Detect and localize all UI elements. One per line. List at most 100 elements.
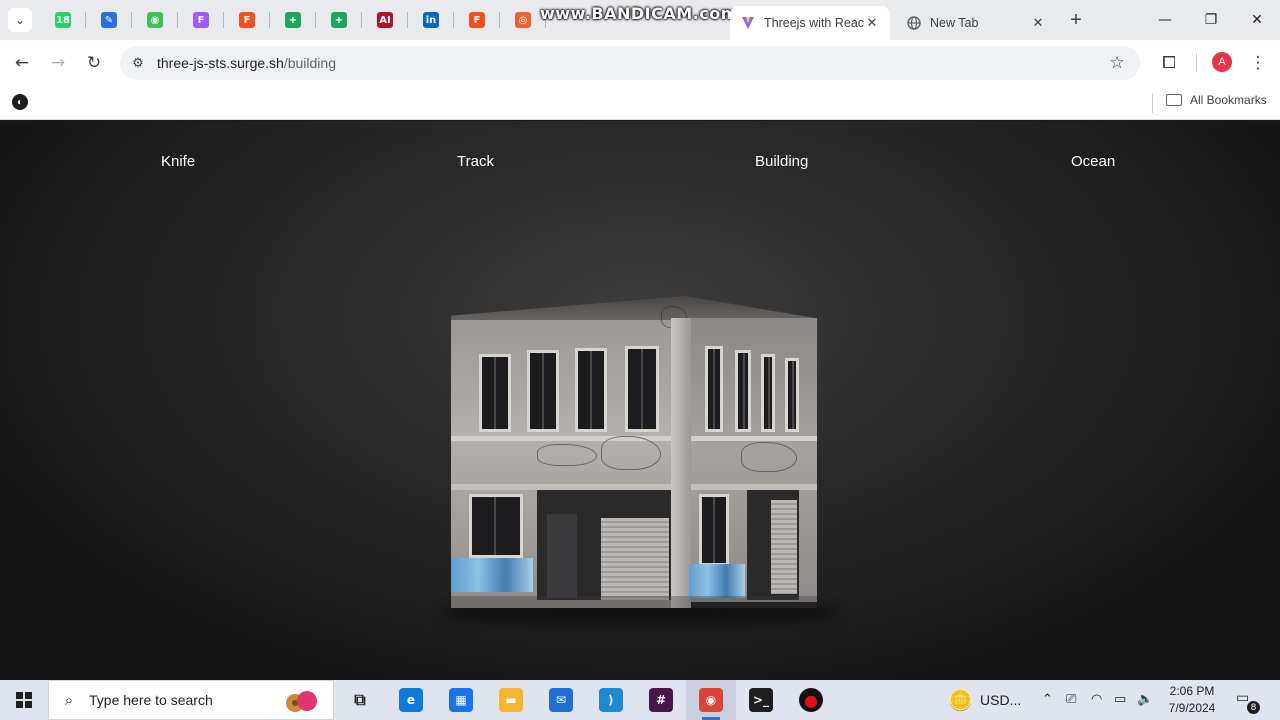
linkedin-icon: in	[423, 12, 439, 28]
microsoft-store-icon: ▦	[449, 688, 473, 712]
forward-arrow-icon[interactable]: →	[44, 49, 72, 77]
whatsapp-icon: 18	[55, 12, 71, 28]
building-window	[625, 346, 659, 432]
globe-icon	[906, 15, 922, 31]
vscode-icon: ⟩	[599, 688, 623, 712]
terminal-taskbar-button[interactable]: >_	[736, 680, 786, 720]
building-base-grime	[451, 596, 817, 608]
chrome-menu-kebab-icon[interactable]: ⋮	[1244, 49, 1272, 77]
graffiti-tag	[601, 436, 661, 470]
tab-new-tab[interactable]: New Tab ✕	[896, 6, 1056, 40]
address-bar[interactable]: ⚙ three-js-sts.surge.sh/building ☆	[120, 46, 1140, 80]
vite-favicon-icon	[740, 15, 756, 31]
bookmarks-bar: ◐ All Bookmarks	[0, 86, 1280, 120]
volume-icon[interactable]: 🔈	[1137, 692, 1153, 707]
nav-link-building[interactable]: Building	[755, 153, 808, 170]
terminal-icon: >_	[749, 688, 773, 712]
nav-link-track[interactable]: Track	[457, 153, 494, 170]
microsoft-store-taskbar-button[interactable]: ▦	[436, 680, 486, 720]
site-info-tune-icon[interactable]: ⚙	[128, 53, 148, 73]
pinned-tab[interactable]: F	[178, 0, 224, 40]
currency-widget-label[interactable]: USD...	[980, 692, 1021, 708]
nav-link-knife[interactable]: Knife	[161, 153, 195, 170]
threejs-canvas-viewport[interactable]: Knife Track Building Ocean	[0, 121, 1280, 680]
pinned-tab[interactable]: F	[224, 0, 270, 40]
url-path: /building	[283, 55, 336, 71]
bookmarks-divider	[1152, 93, 1153, 113]
all-bookmarks-label: All Bookmarks	[1190, 93, 1267, 107]
close-tab-icon[interactable]: ✕	[1030, 15, 1046, 31]
system-clock[interactable]: 2:06 PM 7/9/2024	[1162, 683, 1222, 717]
building-window	[735, 350, 751, 432]
windows-logo-icon	[16, 692, 32, 708]
show-hidden-icons-chevron-icon[interactable]: ⌃	[1042, 692, 1053, 707]
search-placeholder: Type here to search	[89, 692, 213, 708]
pinned-tab[interactable]: ◉	[132, 0, 178, 40]
chrome-taskbar-button[interactable]: ◉	[686, 680, 736, 720]
search-icon: ⌕	[64, 691, 74, 709]
file-explorer-taskbar-button[interactable]: ▬	[486, 680, 536, 720]
building-ledge	[683, 436, 817, 441]
roller-shutter	[771, 500, 797, 594]
pinned-tab[interactable]: 18	[40, 0, 86, 40]
notification-center-icon[interactable]: ▭ 8	[1236, 690, 1260, 714]
close-window-icon[interactable]: ✕	[1234, 0, 1280, 40]
pinned-tab[interactable]: +	[270, 0, 316, 40]
bandicam-record-icon: ●	[799, 688, 823, 712]
edge-icon: e	[399, 688, 423, 712]
bookmark-star-icon[interactable]: ☆	[1106, 52, 1128, 74]
pinned-tab[interactable]: +	[316, 0, 362, 40]
tab-search-chevron-icon[interactable]: ⌄	[8, 8, 32, 32]
vscode-taskbar-button[interactable]: ⟩	[586, 680, 636, 720]
minimize-icon[interactable]: —	[1142, 0, 1188, 40]
clock-date: 7/9/2024	[1168, 701, 1216, 715]
bookmark-globe-icon[interactable]: ◐	[12, 94, 28, 110]
edge-taskbar-button[interactable]: e	[386, 680, 436, 720]
battery-icon[interactable]: ▭	[1114, 692, 1126, 707]
taskbar-search-box[interactable]: ⌕ Type here to search	[48, 680, 334, 720]
mail-taskbar-button[interactable]: ✉	[536, 680, 586, 720]
browser-tab-strip: ⌄ 18 ✎ ◉ F F + + AI in F ◎ www.BANDICAM.com Threej…	[0, 0, 1280, 40]
building-3d-model[interactable]	[451, 296, 817, 608]
tab-threejs[interactable]: Threejs with React ✕	[730, 6, 890, 40]
back-arrow-icon[interactable]: ←	[8, 49, 36, 77]
file-explorer-icon: ▬	[499, 688, 523, 712]
device-tray-icon[interactable]: ⎚	[1066, 692, 1076, 707]
building-window	[785, 358, 799, 432]
pinned-tab[interactable]: F	[454, 0, 500, 40]
slack-taskbar-button[interactable]: #	[636, 680, 686, 720]
extensions-puzzle-icon[interactable]: ⧠	[1155, 49, 1183, 77]
toolbar-divider	[1196, 54, 1197, 72]
reload-icon[interactable]: ↻	[80, 49, 108, 77]
storefront-window	[469, 494, 523, 558]
building-window	[527, 350, 559, 432]
all-bookmarks-button[interactable]: All Bookmarks	[1166, 93, 1267, 107]
task-view-taskbar-button[interactable]: ⧉	[335, 680, 385, 720]
windows-start-button[interactable]	[0, 680, 48, 720]
wifi-icon[interactable]: ◠	[1091, 692, 1102, 707]
search-highlight-art-icon	[286, 691, 317, 712]
restore-window-icon[interactable]: ❐	[1188, 0, 1234, 40]
task-view-icon: ⧉	[354, 690, 366, 709]
graffiti-blue-mural	[689, 564, 745, 598]
bandicam-record-taskbar-button[interactable]: ●	[786, 680, 836, 720]
tab-title: New Tab	[930, 16, 979, 30]
building-window	[761, 354, 775, 432]
mail-icon: ✉	[549, 688, 573, 712]
graffiti-tag	[537, 444, 597, 466]
nav-link-ocean[interactable]: Ocean	[1071, 153, 1115, 170]
new-tab-plus-icon[interactable]: +	[1064, 8, 1088, 32]
building-window	[705, 346, 723, 432]
profile-avatar[interactable]: A	[1212, 52, 1232, 72]
pinned-tab[interactable]: AI	[362, 0, 408, 40]
roller-shutter	[601, 518, 669, 600]
url-text[interactable]: three-js-sts.surge.sh/building	[157, 55, 336, 71]
pinned-tab[interactable]: in	[408, 0, 454, 40]
currency-widget-icon[interactable]: 🪙	[948, 688, 973, 712]
notification-count-badge: 8	[1247, 701, 1260, 714]
folder-icon	[1166, 94, 1182, 106]
slack-icon: #	[649, 688, 673, 712]
pinned-tab[interactable]: ✎	[86, 0, 132, 40]
close-tab-icon[interactable]: ✕	[864, 15, 880, 31]
google-sheets-icon: +	[285, 12, 301, 28]
